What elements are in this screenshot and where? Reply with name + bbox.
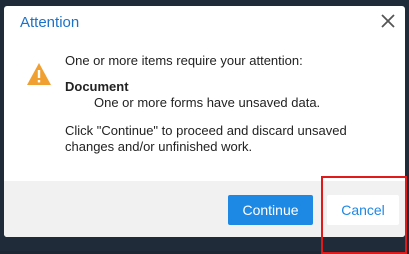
item-title: Document: [65, 79, 129, 94]
dialog-message: One or more items require your attention…: [65, 53, 385, 155]
attention-dialog: Attention One or more items require your…: [4, 6, 405, 237]
dialog-title: Attention: [20, 14, 80, 31]
dialog-footer: Continue Cancel: [4, 181, 405, 237]
intro-text: One or more items require your attention…: [65, 53, 303, 68]
item-detail: One or more forms have unsaved data.: [94, 95, 321, 110]
continue-button[interactable]: Continue: [228, 195, 313, 225]
cancel-button[interactable]: Cancel: [327, 195, 399, 225]
warning-triangle-icon: [26, 62, 52, 86]
instructions-line-2: changes and/or unfinished work.: [65, 139, 253, 154]
dialog-header: Attention: [4, 6, 405, 39]
close-button[interactable]: [377, 10, 399, 32]
close-icon: [381, 14, 395, 28]
instructions-line-1: Click "Continue" to proceed and discard …: [65, 123, 347, 138]
